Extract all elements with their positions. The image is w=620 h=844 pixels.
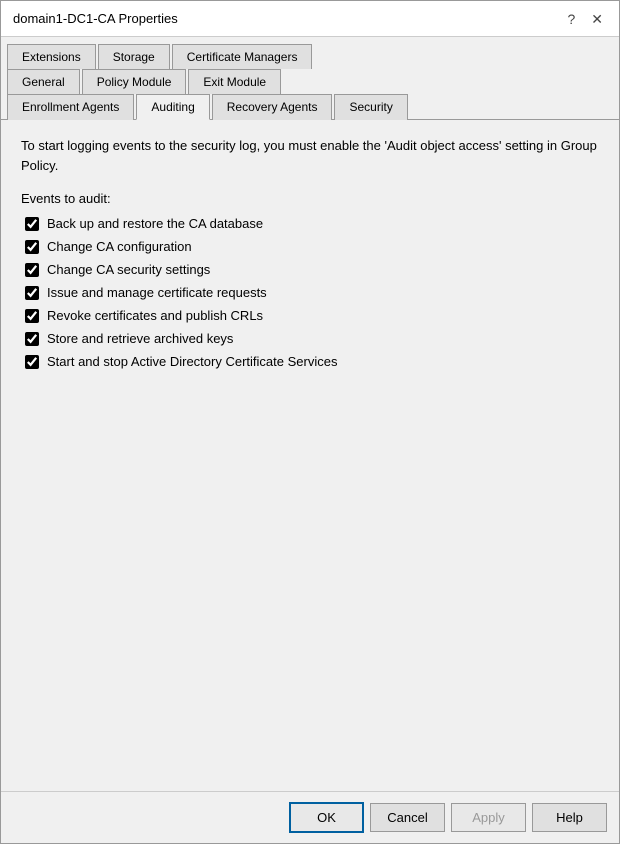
tabs-row-2: General Policy Module Exit Module <box>7 68 613 93</box>
checkbox-item-5[interactable]: Revoke certificates and publish CRLs <box>25 308 599 323</box>
checkbox-5[interactable] <box>25 309 39 323</box>
checkbox-item-4[interactable]: Issue and manage certificate requests <box>25 285 599 300</box>
checkbox-item-7[interactable]: Start and stop Active Directory Certific… <box>25 354 599 369</box>
checkbox-2[interactable] <box>25 240 39 254</box>
checkbox-4[interactable] <box>25 286 39 300</box>
checkbox-item-1[interactable]: Back up and restore the CA database <box>25 216 599 231</box>
checkbox-label-2: Change CA configuration <box>47 239 192 254</box>
tab-auditing[interactable]: Auditing <box>136 94 209 120</box>
events-label: Events to audit: <box>21 191 599 206</box>
button-bar: OK Cancel Apply Help <box>1 791 619 843</box>
checkbox-list: Back up and restore the CA database Chang… <box>21 216 599 369</box>
close-button[interactable]: ✕ <box>587 12 607 26</box>
checkbox-label-4: Issue and manage certificate requests <box>47 285 267 300</box>
checkbox-label-6: Store and retrieve archived keys <box>47 331 233 346</box>
checkbox-label-1: Back up and restore the CA database <box>47 216 263 231</box>
tab-enrollment-agents[interactable]: Enrollment Agents <box>7 94 134 120</box>
tabs-row-3: Enrollment Agents Auditing Recovery Agen… <box>7 93 613 119</box>
info-text: To start logging events to the security … <box>21 136 599 175</box>
tab-exit-module[interactable]: Exit Module <box>188 69 281 94</box>
checkbox-3[interactable] <box>25 263 39 277</box>
content-area: To start logging events to the security … <box>1 120 619 791</box>
tab-recovery-agents[interactable]: Recovery Agents <box>212 94 333 120</box>
tab-extensions[interactable]: Extensions <box>7 44 96 69</box>
tab-storage[interactable]: Storage <box>98 44 170 69</box>
tab-certificate-managers[interactable]: Certificate Managers <box>172 44 313 69</box>
apply-button[interactable]: Apply <box>451 803 526 832</box>
checkbox-item-3[interactable]: Change CA security settings <box>25 262 599 277</box>
tab-security[interactable]: Security <box>334 94 407 120</box>
title-bar: domain1-DC1-CA Properties ? ✕ <box>1 1 619 37</box>
properties-dialog: domain1-DC1-CA Properties ? ✕ Extensions… <box>0 0 620 844</box>
checkbox-label-7: Start and stop Active Directory Certific… <box>47 354 337 369</box>
checkbox-label-5: Revoke certificates and publish CRLs <box>47 308 263 323</box>
tabs-container: Extensions Storage Certificate Managers … <box>1 37 619 120</box>
window-title: domain1-DC1-CA Properties <box>13 11 178 26</box>
checkbox-7[interactable] <box>25 355 39 369</box>
help-button[interactable]: ? <box>563 12 579 26</box>
cancel-button[interactable]: Cancel <box>370 803 445 832</box>
help-dialog-button[interactable]: Help <box>532 803 607 832</box>
title-bar-controls: ? ✕ <box>563 12 607 26</box>
checkbox-label-3: Change CA security settings <box>47 262 210 277</box>
tab-policy-module[interactable]: Policy Module <box>82 69 187 94</box>
checkbox-6[interactable] <box>25 332 39 346</box>
tab-general[interactable]: General <box>7 69 80 94</box>
checkbox-1[interactable] <box>25 217 39 231</box>
tabs-row-1: Extensions Storage Certificate Managers <box>7 43 613 68</box>
ok-button[interactable]: OK <box>289 802 364 833</box>
checkbox-item-6[interactable]: Store and retrieve archived keys <box>25 331 599 346</box>
checkbox-item-2[interactable]: Change CA configuration <box>25 239 599 254</box>
